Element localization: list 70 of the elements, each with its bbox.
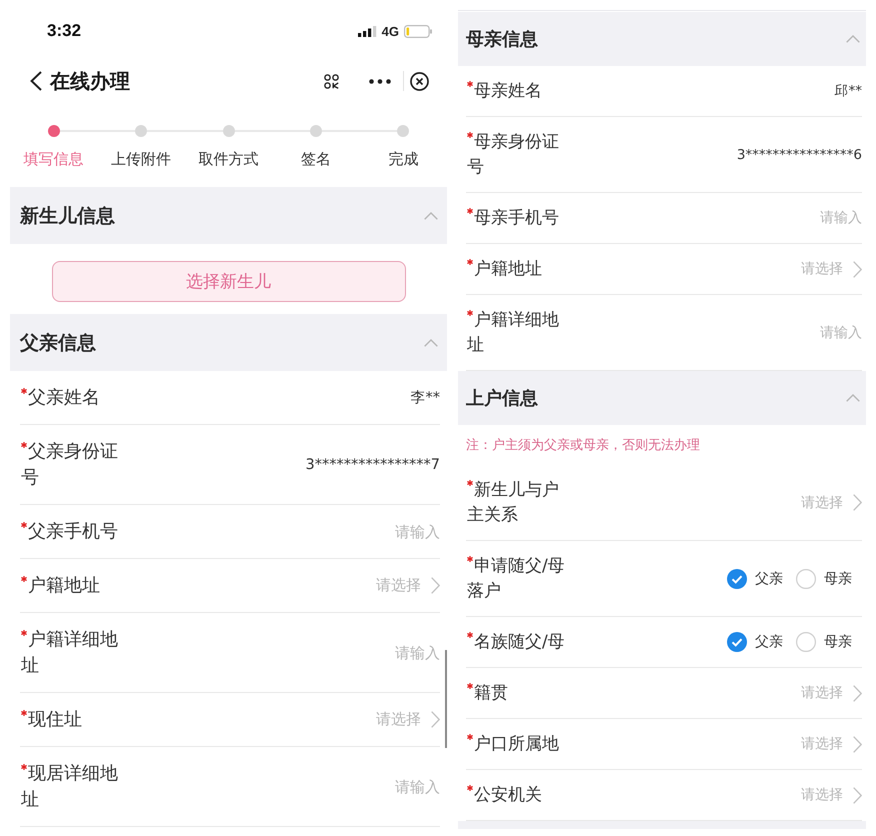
section-title: 新生儿信息 <box>20 204 115 228</box>
section-title: 上户信息 <box>466 387 538 410</box>
section-header[interactable]: 上户信息 <box>458 371 866 425</box>
radio-checked-icon[interactable] <box>727 632 747 652</box>
input-field[interactable]: 请输入 <box>390 644 440 662</box>
field-label: 父亲手机号 <box>28 520 118 542</box>
field-label: 现居详细地址 <box>21 762 118 810</box>
field-label: 申请随父/母落户 <box>467 556 565 600</box>
chevron-right-icon <box>853 786 862 804</box>
note-text: 注：户主须为父亲或母亲，否则无法办理 <box>466 437 700 454</box>
field-label: 户籍详细地址 <box>467 310 559 354</box>
step-dot-icon <box>310 125 322 137</box>
field-label: 户口所属地 <box>474 734 559 754</box>
network-label: 4G <box>382 24 399 38</box>
radio-option[interactable]: 母亲 <box>796 632 852 652</box>
chevron-right-icon <box>431 711 440 728</box>
section-title: 母亲信息 <box>466 28 538 51</box>
field-label: 户籍地址 <box>474 258 542 278</box>
field-label: 母亲手机号 <box>474 208 559 228</box>
more-icon[interactable] <box>369 78 391 84</box>
status-time: 3:32 <box>47 21 82 41</box>
field-label: 父亲姓名 <box>28 386 100 408</box>
chevron-right-icon <box>853 736 862 752</box>
step-dot-icon <box>222 125 234 137</box>
chevron-right-icon <box>853 260 862 278</box>
input-field[interactable]: 请输入 <box>390 522 440 540</box>
field-label: 母亲身份证号 <box>467 132 559 176</box>
field-label: 户籍地址 <box>28 574 100 596</box>
signal-icon <box>358 26 377 36</box>
circles-grid-icon[interactable] <box>324 74 339 88</box>
step-dot-icon <box>397 125 410 137</box>
chevron-right-icon <box>853 684 862 702</box>
input-field[interactable]: 邱** <box>834 82 862 100</box>
field-label: 籍贯 <box>474 682 508 702</box>
radio-option[interactable]: 母亲 <box>796 568 852 588</box>
field-label: 名族随父/母 <box>474 632 565 652</box>
input-field[interactable]: 请输入 <box>816 324 862 340</box>
section-title: 父亲信息 <box>20 330 96 356</box>
field-label: 父亲身份证号 <box>21 440 118 488</box>
radio-checked-icon[interactable] <box>727 568 747 588</box>
input-field[interactable]: 3****************6 <box>736 146 862 162</box>
step-label: 取件方式 <box>198 149 258 169</box>
input-field[interactable]: 请输入 <box>390 778 440 796</box>
input-field[interactable]: 李** <box>410 388 440 407</box>
field-label: 公安机关 <box>474 784 542 804</box>
input-field[interactable]: 3****************7 <box>306 456 440 472</box>
chevron-right-icon <box>431 577 440 594</box>
section-header[interactable]: 新生儿信息 <box>10 187 447 244</box>
page-title: 在线办理 <box>50 68 130 94</box>
radio-icon[interactable] <box>796 632 816 652</box>
field-label: 母亲姓名 <box>474 80 542 100</box>
input-field[interactable]: 请输入 <box>816 210 862 226</box>
radio-icon[interactable] <box>796 568 816 588</box>
radio-option[interactable]: 父亲 <box>727 568 783 588</box>
back-icon[interactable] <box>30 71 42 91</box>
step-label: 填写信息 <box>24 149 84 169</box>
chevron-right-icon <box>853 494 862 511</box>
radio-option[interactable]: 父亲 <box>727 632 783 652</box>
step-dot-icon <box>135 125 148 137</box>
section-header[interactable]: 父亲信息 <box>10 314 447 371</box>
step-label: 签名 <box>300 149 331 169</box>
field-label: 户籍详细地址 <box>21 628 118 676</box>
close-icon[interactable] <box>410 72 429 90</box>
field-label: 新生儿与户主关系 <box>467 480 559 524</box>
step-dot-icon <box>48 125 60 137</box>
step-label: 上传附件 <box>111 149 172 169</box>
step-label: 完成 <box>388 149 418 169</box>
battery-icon <box>404 24 432 38</box>
field-label: 现住址 <box>28 708 82 730</box>
section-header[interactable]: 母亲信息 <box>458 12 866 66</box>
